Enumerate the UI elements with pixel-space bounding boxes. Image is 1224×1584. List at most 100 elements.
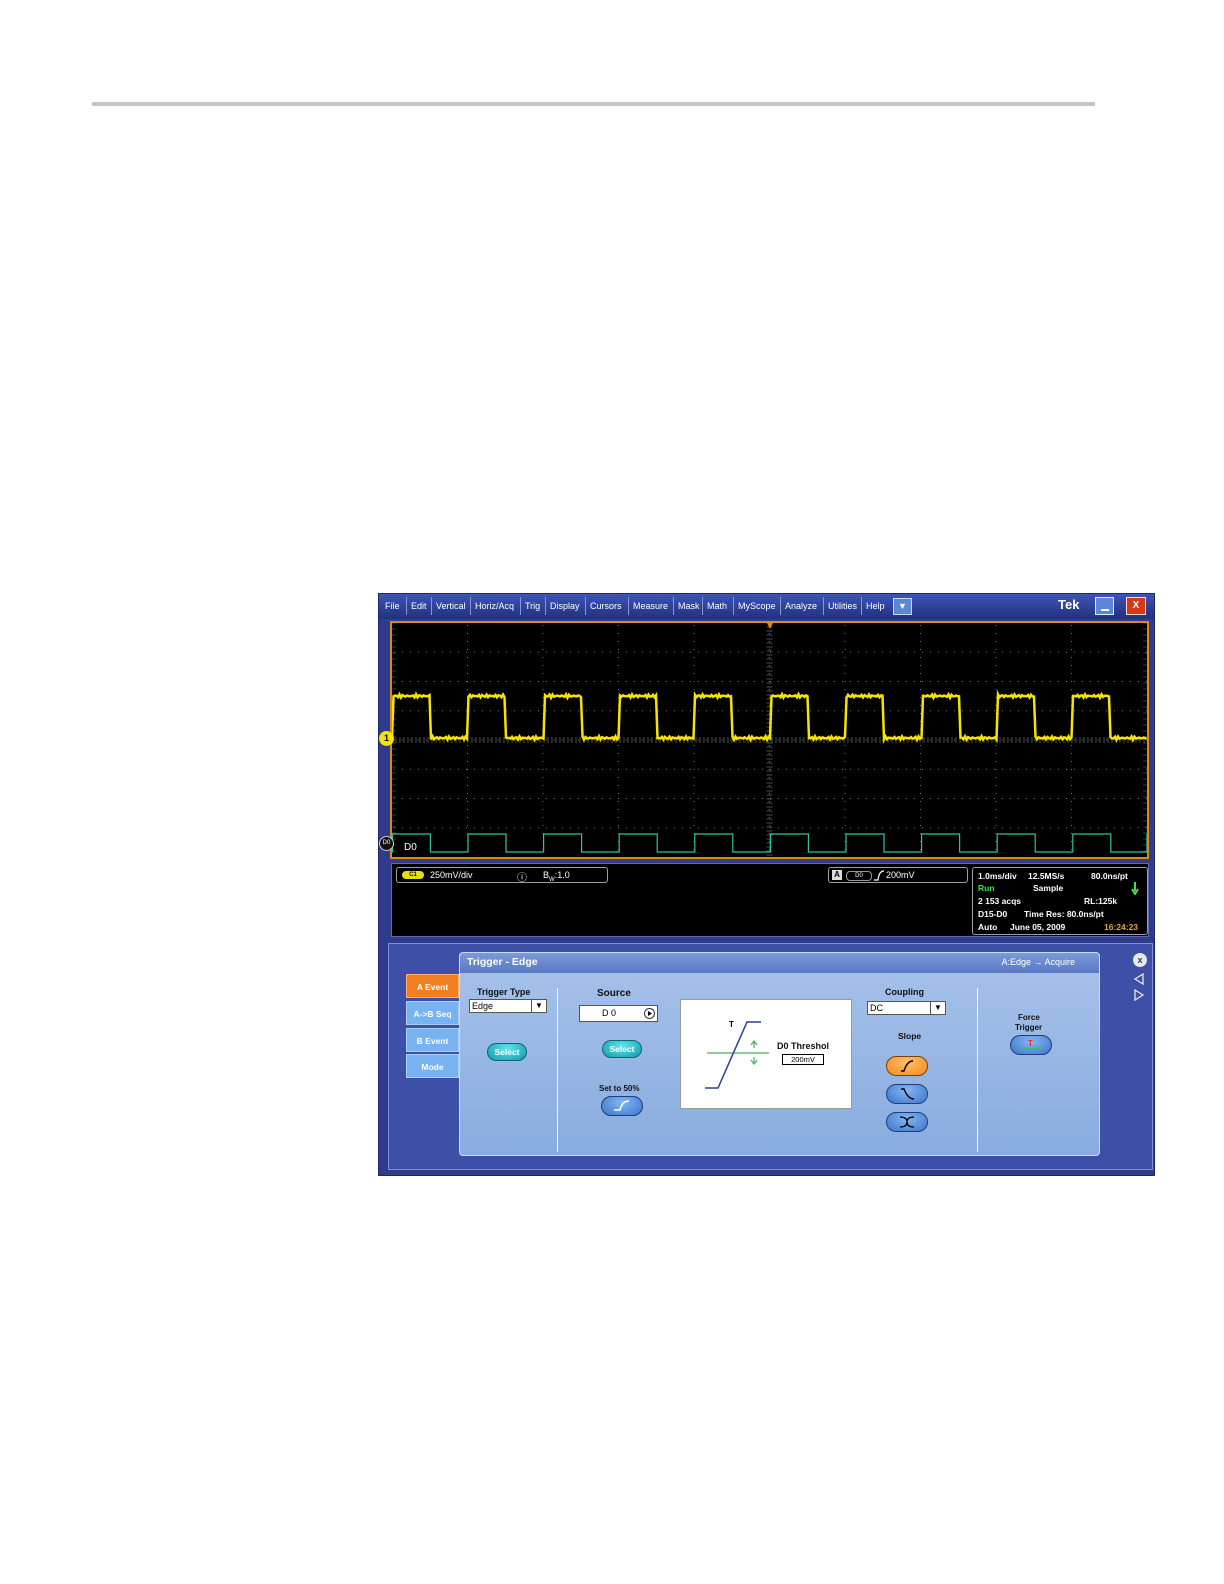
- threshold-diagram: T D0 Threshol 200mV: [680, 999, 852, 1109]
- panel-title: Trigger - Edge: [467, 956, 538, 968]
- force-t-glyph: T: [1028, 1039, 1033, 1048]
- waveform-graticule[interactable]: D0: [390, 621, 1149, 859]
- menu-horiz-acq[interactable]: Horiz/Acq: [471, 597, 521, 615]
- menu-trig[interactable]: Trig: [521, 597, 546, 615]
- source-field[interactable]: D 0: [579, 1005, 658, 1022]
- acq-mode: Sample: [1033, 883, 1064, 893]
- slope-rising-button[interactable]: [886, 1056, 928, 1076]
- trigger-readout[interactable]: A D0 200mV: [828, 867, 968, 883]
- sample-rate-readout: 12.5MS/s: [1028, 871, 1065, 881]
- control-panel-area: A Event A->B Seq B Event Mode Trigger - …: [388, 943, 1153, 1170]
- menu-analyze[interactable]: Analyze: [781, 597, 824, 615]
- trigger-arrow-icon: [1131, 882, 1139, 895]
- menu-math[interactable]: Math: [703, 597, 734, 615]
- menu-help[interactable]: Help: [862, 597, 890, 615]
- ch1-waveform: [392, 689, 1147, 745]
- menu-myscope[interactable]: MyScope: [734, 597, 781, 615]
- brand-logo: Tek: [1058, 597, 1080, 612]
- oscilloscope-window: File Edit Vertical Horiz/Acq Trig Displa…: [378, 593, 1155, 1176]
- menu-edit[interactable]: Edit: [407, 597, 432, 615]
- bandwidth-readout: BW:1.0: [543, 870, 570, 883]
- section-divider: [557, 988, 558, 1152]
- menu-measure[interactable]: Measure: [629, 597, 674, 615]
- waveform-plot: D0: [392, 623, 1147, 856]
- menu-display[interactable]: Display: [546, 597, 586, 615]
- ch1-ground-marker[interactable]: 1: [379, 731, 394, 746]
- menu-utilities[interactable]: Utilities: [824, 597, 862, 615]
- digital-channels: D15-D0: [978, 909, 1008, 919]
- trigger-type-dropdown[interactable]: Edge ▼: [469, 999, 547, 1013]
- source-select-button[interactable]: Select: [602, 1040, 642, 1058]
- panel-title-bar: Trigger - Edge A:Edge → Acquire: [460, 953, 1099, 973]
- trigger-a-badge: A: [832, 870, 842, 880]
- menu-dropdown-arrow-icon[interactable]: ▼: [893, 598, 912, 615]
- coupling-dropdown[interactable]: DC ▼: [867, 1001, 946, 1015]
- source-value: D 0: [602, 1008, 617, 1018]
- section-divider: [977, 988, 978, 1152]
- chevron-down-icon: ▼: [531, 1000, 546, 1012]
- nav-left-icon[interactable]: [1133, 973, 1145, 985]
- tab-mode[interactable]: Mode: [406, 1054, 459, 1078]
- coupling-value: DC: [870, 1003, 883, 1013]
- rising-edge-icon: [614, 1100, 630, 1111]
- d0-trace-label: D0: [404, 842, 417, 853]
- bw-value: :1.0: [554, 870, 570, 880]
- trigger-edge-panel: Trigger - Edge A:Edge → Acquire Trigger …: [459, 952, 1100, 1156]
- trigger-level: 200mV: [886, 870, 915, 880]
- pt-resolution-readout: 80.0ns/pt: [1091, 871, 1128, 881]
- coupling-label: Coupling: [885, 987, 924, 997]
- menu-mask[interactable]: Mask: [674, 597, 703, 615]
- run-status: Run: [978, 883, 995, 893]
- record-length: RL:125k: [1084, 896, 1118, 906]
- rising-slope-icon: [901, 1060, 914, 1072]
- slope-label: Slope: [898, 1031, 922, 1041]
- trigger-type-label: Trigger Type: [477, 987, 531, 997]
- panel-breadcrumb: A:Edge → Acquire: [1001, 957, 1075, 967]
- minimize-button[interactable]: [1095, 597, 1114, 615]
- nav-right-icon[interactable]: [1133, 989, 1145, 1001]
- menu-vertical[interactable]: Vertical: [432, 597, 471, 615]
- trigger-type-value: Edge: [472, 1001, 494, 1011]
- tab-a-b-seq[interactable]: A->B Seq: [406, 1001, 459, 1025]
- trigger-position-icon: [767, 623, 773, 629]
- menu-cursors[interactable]: Cursors: [586, 597, 629, 615]
- d0-channel-marker[interactable]: D0: [379, 836, 394, 851]
- trigger-type-select-button[interactable]: Select: [487, 1043, 527, 1061]
- readout-bar: C1 250mV/div ⓘ BW:1.0 A D0 200mV 1.0ms/d…: [391, 863, 1149, 937]
- trigger-source-badge: D0: [846, 871, 872, 881]
- set-50-label: Set to 50%: [599, 1084, 640, 1093]
- chevron-down-icon: ▼: [930, 1002, 945, 1014]
- down-arrow-icon: [750, 1057, 758, 1065]
- time-resolution: Time Res: 80.0ns/pt: [1024, 909, 1104, 919]
- force-trigger-button[interactable]: T: [1010, 1035, 1052, 1055]
- acquisition-status[interactable]: 1.0ms/div 12.5MS/s 80.0ns/pt Run Sample …: [972, 867, 1148, 935]
- tab-b-event[interactable]: B Event: [406, 1028, 459, 1052]
- page-header-rule: [92, 102, 1095, 106]
- ch1-scale: 250mV/div: [430, 870, 473, 880]
- trigger-label: Trigger: [1015, 1023, 1043, 1032]
- status-date: June 05, 2009: [1010, 922, 1066, 932]
- info-icon: ⓘ: [517, 873, 527, 884]
- up-arrow-icon: [750, 1040, 758, 1048]
- rising-edge-icon: [874, 870, 885, 881]
- trigger-point-label: T: [729, 1020, 734, 1029]
- close-button[interactable]: X: [1126, 597, 1146, 615]
- ch1-readout[interactable]: C1 250mV/div ⓘ BW:1.0: [396, 867, 608, 884]
- threshold-label: D0 Threshol: [777, 1041, 830, 1051]
- force-label: Force: [1018, 1013, 1040, 1022]
- menu-file[interactable]: File: [381, 597, 407, 615]
- acq-count: 2 153 acqs: [978, 896, 1022, 906]
- threshold-value-field[interactable]: 200mV: [782, 1054, 824, 1065]
- trigger-mode: Auto: [978, 922, 998, 932]
- tab-a-event[interactable]: A Event: [406, 974, 459, 998]
- slope-either-button[interactable]: [886, 1112, 928, 1132]
- set-to-50-button[interactable]: [601, 1096, 643, 1116]
- menu-bar: File Edit Vertical Horiz/Acq Trig Displa…: [379, 594, 1154, 619]
- play-icon[interactable]: [644, 1008, 655, 1019]
- edge-diagram-graphic: T: [705, 1020, 769, 1089]
- slope-falling-button[interactable]: [886, 1084, 928, 1104]
- source-label: Source: [597, 988, 631, 999]
- falling-slope-icon: [901, 1088, 915, 1100]
- panel-close-icon[interactable]: x: [1133, 953, 1147, 967]
- status-time: 16:24:23: [1104, 922, 1139, 932]
